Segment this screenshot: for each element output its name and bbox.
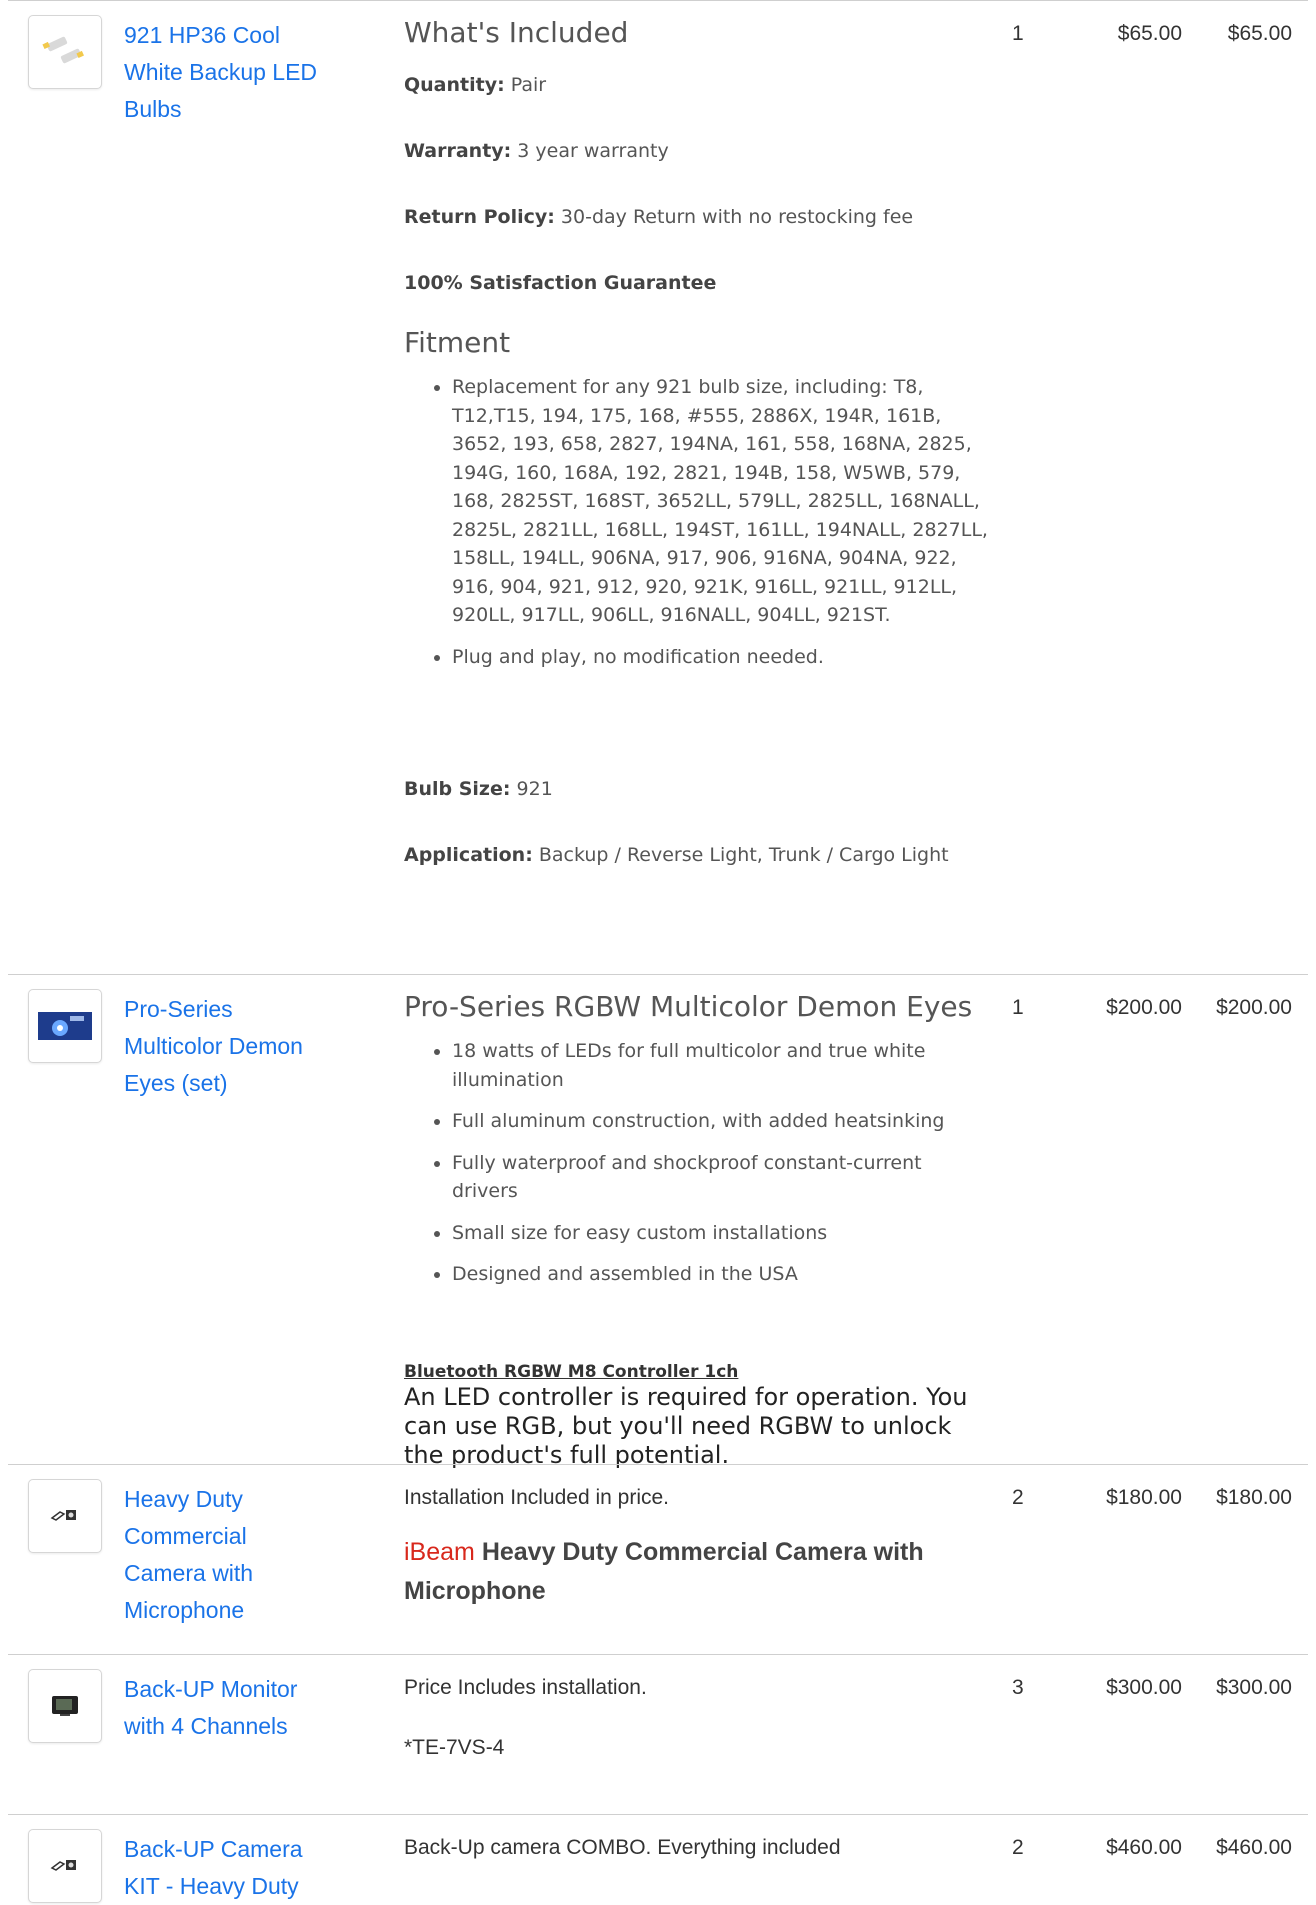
controller-note: An LED controller is required for operat… (404, 1382, 968, 1469)
line-total: $180.00 (1216, 1486, 1292, 1509)
bulb-size-spec: Bulb Size: 921 (404, 775, 994, 803)
demon-eyes-icon[interactable] (28, 989, 102, 1063)
demon-eyes-icon-graphic (38, 1012, 92, 1040)
spec-value: 30-day Return with no restocking fee (554, 206, 914, 228)
quantity-value: 3 (1012, 1676, 1024, 1699)
spec-value: Backup / Reverse Light, Trunk / Cargo Li… (532, 844, 949, 866)
spec-label: Warranty: (404, 140, 512, 162)
spec-value: Pair (504, 74, 547, 96)
unit-price: $180.00 (1106, 1486, 1182, 1509)
spec-value: 921 (510, 778, 553, 800)
spec-label: Bulb Size: (404, 778, 511, 800)
spec-label: Return Policy: (404, 206, 555, 228)
guarantee-label: 100% Satisfaction Guarantee (404, 272, 717, 294)
led-bulbs-icon-graphic (42, 36, 84, 64)
product-description: Installation Included in price. iBeam He… (404, 1483, 994, 1611)
list-item: Plug and play, no modification needed. (452, 643, 992, 672)
controller-link[interactable]: Bluetooth RGBW M8 Controller 1ch (404, 1361, 994, 1383)
product-description: Back-Up camera COMBO. Everything include… (404, 1833, 994, 1863)
camera-icon[interactable] (28, 1829, 102, 1903)
whats-included-heading: What's Included (404, 16, 629, 49)
cart-items-page: 921 HP36 Cool White Backup LED Bulbs Wha… (0, 0, 1316, 1903)
list-item: 18 watts of LEDs for full multicolor and… (452, 1037, 992, 1094)
guarantee-text: 100% Satisfaction Guarantee (404, 269, 994, 297)
list-item: Replacement for any 921 bulb size, inclu… (452, 373, 992, 630)
quantity-value: 2 (1012, 1836, 1024, 1859)
cart-row-5: Back-UP Camera KIT - Heavy Duty Back-Up … (8, 1814, 1308, 1903)
product-link[interactable]: Pro-Series Multicolor Demon Eyes (set) (124, 991, 314, 1102)
unit-price: $460.00 (1106, 1836, 1182, 1859)
spec-label: Quantity: (404, 74, 505, 96)
line-total: $300.00 (1216, 1676, 1292, 1699)
cart-row-1: 921 HP36 Cool White Backup LED Bulbs Wha… (8, 0, 1308, 975)
line-total: $460.00 (1216, 1836, 1292, 1859)
warranty-spec: Warranty: 3 year warranty (404, 137, 994, 165)
quantity-value: 2 (1012, 1486, 1024, 1509)
brand-name: iBeam (404, 1538, 475, 1566)
camera-icon-graphic (50, 1510, 76, 1521)
cart-row-4: Back-UP Monitor with 4 Channels Price In… (8, 1654, 1308, 1815)
application-spec: Application: Backup / Reverse Light, Tru… (404, 841, 964, 869)
cart-row-3: Heavy Duty Commercial Camera with Microp… (8, 1464, 1308, 1655)
quantity-value: 1 (1012, 996, 1024, 1019)
product-heading: Pro-Series RGBW Multicolor Demon Eyes (404, 990, 973, 1023)
feature-list: 18 watts of LEDs for full multicolor and… (404, 1037, 992, 1289)
product-link[interactable]: Back-UP Monitor with 4 Channels (124, 1671, 324, 1745)
spec-value: 3 year warranty (511, 140, 669, 162)
camera-title: iBeam Heavy Duty Commercial Camera with … (404, 1533, 974, 1611)
quantity-value: 1 (1012, 22, 1024, 45)
product-description: Pro-Series RGBW Multicolor Demon Eyes 18… (404, 989, 994, 1470)
unit-price: $300.00 (1106, 1676, 1182, 1699)
product-sku: *TE-7VS-4 (404, 1736, 505, 1759)
line-total: $65.00 (1227, 22, 1292, 45)
product-link[interactable]: 921 HP36 Cool White Backup LED Bulbs (124, 17, 324, 128)
product-link[interactable]: Heavy Duty Commercial Camera with Microp… (124, 1481, 284, 1629)
list-item: Designed and assembled in the USA (452, 1260, 992, 1289)
list-item: Full aluminum construction, with added h… (452, 1107, 992, 1136)
combo-note: Back-Up camera COMBO. Everything include… (404, 1836, 841, 1859)
installation-note: Installation Included in price. (404, 1486, 669, 1509)
monitor-icon[interactable] (28, 1669, 102, 1743)
product-description: Price Includes installation. *TE-7VS-4 (404, 1673, 994, 1763)
cart-row-2: Pro-Series Multicolor Demon Eyes (set) P… (8, 974, 1308, 1469)
product-description: What's Included Quantity: Pair Warranty:… (404, 15, 994, 869)
list-item: Fully waterproof and shockproof constant… (452, 1149, 992, 1206)
unit-price: $65.00 (1117, 22, 1182, 45)
return-policy-spec: Return Policy: 30-day Return with no res… (404, 203, 994, 231)
product-title: Heavy Duty Commercial Camera with Microp… (404, 1538, 924, 1605)
product-link[interactable]: Back-UP Camera KIT - Heavy Duty (124, 1831, 314, 1905)
installation-note: Price Includes installation. (404, 1676, 647, 1699)
quantity-spec: Quantity: Pair (404, 71, 994, 99)
fitment-list: Replacement for any 921 bulb size, inclu… (404, 373, 992, 671)
camera-icon[interactable] (28, 1479, 102, 1553)
led-bulbs-icon[interactable] (28, 15, 102, 89)
spec-label: Application: (404, 844, 533, 866)
monitor-icon-graphic (52, 1696, 78, 1716)
list-item: Small size for easy custom installations (452, 1219, 992, 1248)
fitment-heading: Fitment (404, 326, 511, 359)
camera-icon-graphic (50, 1860, 76, 1871)
unit-price: $200.00 (1106, 996, 1182, 1019)
line-total: $200.00 (1216, 996, 1292, 1019)
